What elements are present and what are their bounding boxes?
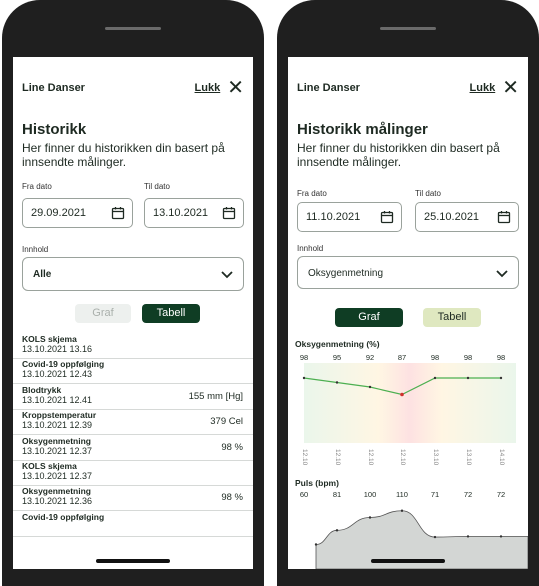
oxygen-point[interactable]: [433, 376, 437, 380]
pulse-value-label: 72: [496, 490, 506, 499]
table-row[interactable]: Covid-19 oppfølging 13.10.2021 12.43: [13, 359, 253, 385]
oxygen-point[interactable]: [302, 376, 306, 380]
row-name: Kroppstemperatur: [22, 410, 97, 421]
x-tick-label: 12.10: [399, 449, 406, 466]
pulse-value-label: 81: [332, 490, 342, 499]
table-row[interactable]: Covid-19 oppfølging: [13, 512, 253, 537]
pulse-point[interactable]: [400, 509, 404, 512]
content-label: Innhold: [22, 245, 49, 254]
pulse-value-label: 60: [299, 490, 309, 499]
page-description: Her finner du historikken din basert på …: [22, 141, 225, 169]
x-tick-label: 12.10: [301, 449, 308, 466]
oxygen-point[interactable]: [466, 376, 470, 380]
row-time: 13.10.2021 13.16: [22, 344, 93, 354]
row-name: Covid-19 oppfølging: [22, 511, 105, 522]
x-tick-label: 12.10: [367, 449, 374, 466]
row-value: 98 %: [221, 441, 243, 453]
row-value: 155 mm [Hg]: [188, 390, 243, 402]
oxygen-value-label: 95: [332, 353, 342, 362]
row-name: Blodtrykk: [22, 384, 62, 395]
row-time: 13.10.2021 12.37: [22, 471, 93, 481]
close-label: Lukk: [194, 82, 221, 94]
table-row[interactable]: Blodtrykk 13.10.2021 12.41 155 mm [Hg]: [13, 385, 253, 410]
home-indicator: [371, 559, 445, 563]
row-time: 13.10.2021 12.43: [22, 369, 93, 380]
oxygen-value-label: 92: [365, 353, 375, 362]
top-bar: Line Danser Lukk ✕: [22, 77, 244, 100]
calendar-icon[interactable]: [222, 206, 236, 220]
row-name: Oksygenmetning: [22, 435, 91, 446]
row-name: KOLS skjema: [22, 334, 77, 344]
chevron-down-icon: [221, 271, 233, 279]
oxygen-point[interactable]: [400, 392, 404, 397]
x-tick-label: 13.10: [432, 449, 439, 466]
row-name: Oksygenmetning: [22, 486, 91, 497]
table-view-button[interactable]: Tabell: [142, 304, 200, 323]
from-date-value: 29.09.2021: [31, 207, 87, 219]
from-date-label: Fra dato: [22, 182, 52, 191]
speaker-notch: [105, 27, 161, 30]
row-time: 13.10.2021 12.36: [22, 496, 93, 507]
oxygen-value-label: 98: [430, 353, 440, 362]
row-time: 13.10.2021 12.39: [22, 420, 93, 431]
row-name: Covid-19 oppfølging: [22, 359, 105, 370]
pulse-point[interactable]: [466, 535, 470, 538]
oxygen-value-label: 98: [463, 353, 473, 362]
content-select-value: Alle: [33, 269, 52, 280]
x-tick-label: 14.10: [498, 449, 505, 466]
phone-right: Line Danser Lukk ✕ Historikk målinger He…: [277, 0, 539, 586]
pulse-point[interactable]: [368, 516, 372, 519]
close-button[interactable]: Lukk ✕: [194, 77, 244, 99]
home-indicator: [96, 559, 170, 563]
graph-view-button[interactable]: Graf: [75, 304, 131, 323]
to-date-value: 13.10.2021: [153, 207, 209, 219]
history-table-screen: Line Danser Lukk ✕ Historikk Her finner …: [13, 57, 253, 569]
oxygen-value-label: 98: [496, 353, 506, 362]
row-value: 98 %: [221, 492, 243, 504]
oxygen-zone-band: [304, 363, 516, 443]
to-date-field[interactable]: 13.10.2021: [144, 198, 244, 228]
oxygen-value-label: 87: [397, 353, 407, 362]
from-date-field[interactable]: 29.09.2021: [22, 198, 133, 228]
x-tick-label: 13.10: [465, 449, 472, 466]
pulse-value-label: 110: [396, 490, 408, 499]
pulse-point[interactable]: [314, 543, 318, 546]
row-time: 13.10.2021 12.41: [22, 394, 93, 405]
phone-left: Line Danser Lukk ✕ Historikk Her finner …: [2, 0, 264, 586]
pulse-value-label: 100: [363, 490, 377, 499]
calendar-icon[interactable]: [111, 206, 125, 220]
pulse-point[interactable]: [335, 529, 339, 532]
user-name: Line Danser: [22, 82, 85, 94]
table-row[interactable]: KOLS skjema 13.10.2021 13.16: [13, 334, 253, 359]
row-time: 13.10.2021 12.37: [22, 445, 93, 456]
oxygen-point[interactable]: [368, 385, 372, 389]
speaker-notch: [380, 27, 436, 30]
table-row[interactable]: Oksygenmetning 13.10.2021 12.36 98 %: [13, 486, 253, 512]
pulse-point[interactable]: [433, 535, 437, 539]
oxygen-point[interactable]: [499, 376, 503, 380]
table-row[interactable]: KOLS skjema 13.10.2021 12.37: [13, 461, 253, 486]
content-select[interactable]: Alle: [22, 257, 244, 291]
x-tick-label: 12.10: [334, 449, 341, 466]
pulse-value-label: 72: [463, 490, 473, 499]
history-graph-screen: Line Danser Lukk ✕ Historikk målinger He…: [288, 57, 528, 569]
table-row[interactable]: Kroppstemperatur 13.10.2021 12.39 379 Cel: [13, 410, 253, 436]
to-date-label: Til dato: [144, 182, 170, 191]
row-value: 379 Cel: [210, 416, 243, 428]
oxygen-point[interactable]: [335, 381, 339, 384]
pulse-point[interactable]: [499, 535, 503, 538]
row-name: KOLS skjema: [22, 461, 77, 471]
oxygen-value-label: 98: [299, 353, 309, 362]
close-icon: ✕: [227, 77, 244, 99]
page-title: Historikk: [22, 121, 87, 138]
pulse-value-label: 71: [430, 490, 440, 499]
table-row[interactable]: Oksygenmetning 13.10.2021 12.37 98 %: [13, 436, 253, 461]
